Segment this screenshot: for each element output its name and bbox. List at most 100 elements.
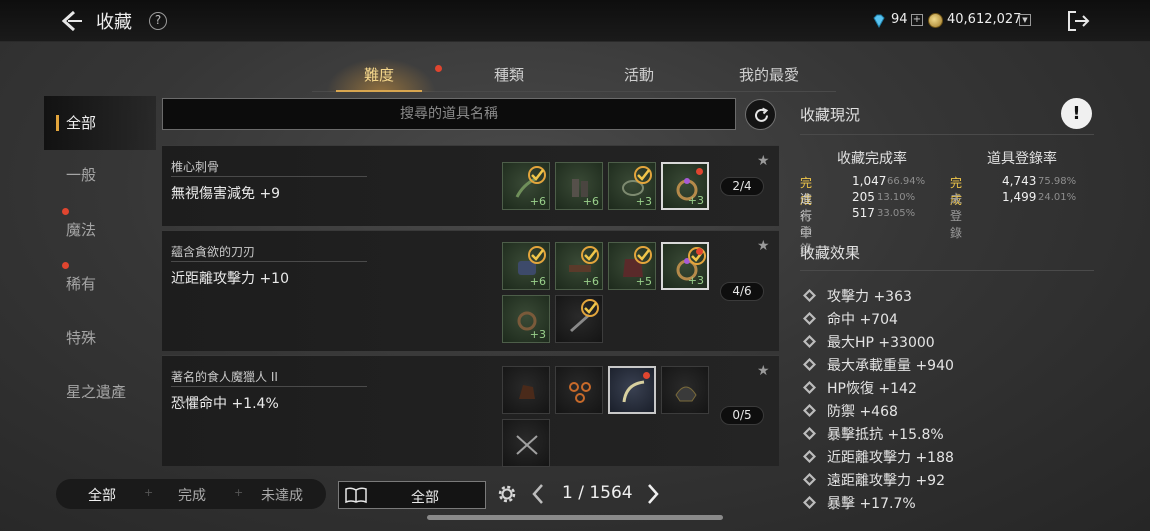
diamond-bullet-icon [803, 312, 816, 325]
effect-text: 最大HP +33000 [827, 335, 935, 351]
item-slot[interactable]: +5 [608, 242, 656, 290]
category-star-legacy[interactable]: 星之遺產 [44, 365, 156, 419]
new-item-dot [643, 372, 650, 379]
enhance-level: +6 [582, 195, 599, 208]
back-arrow-icon[interactable] [58, 8, 84, 34]
tab-difficulty[interactable]: 難度 [364, 64, 394, 85]
collection-card[interactable]: 蘊含貪欲的刀刃 近距離攻擊力 +10 ★ +6 +6 +5 +3 +3 4/6 [162, 230, 779, 351]
item-slot[interactable]: +3 [661, 162, 709, 210]
diamond-bullet-icon [803, 381, 816, 394]
divider [171, 176, 367, 177]
item-slot[interactable] [502, 419, 550, 467]
book-select-label: 全部 [411, 490, 439, 506]
diamond-icon [873, 14, 885, 29]
diamond-bullet-icon [803, 427, 816, 440]
category-magic-dot [62, 208, 69, 215]
diamond-bullet-icon [803, 289, 816, 302]
next-page-icon[interactable] [645, 482, 661, 506]
prev-page-icon[interactable] [530, 482, 546, 506]
item-slot[interactable] [502, 366, 550, 414]
horizontal-scrollbar[interactable] [427, 515, 723, 520]
item-slot[interactable]: +6 [555, 242, 603, 290]
item-slot[interactable]: +6 [555, 162, 603, 210]
registered-check-icon [634, 166, 652, 184]
diamond-bullet-icon [803, 496, 816, 509]
filter-all[interactable]: 全部 [88, 485, 116, 505]
tab-favorites[interactable]: 我的最愛 [739, 64, 799, 85]
crossbow-item-icon [516, 435, 538, 455]
tab-event[interactable]: 活動 [624, 64, 654, 85]
registration-rate-title: 道具登錄率 [987, 151, 1057, 167]
item-slot[interactable]: +6 [502, 162, 550, 210]
refresh-button[interactable] [745, 99, 776, 130]
diamond-bullet-icon [803, 404, 816, 417]
favorite-star-icon[interactable]: ★ [757, 363, 770, 379]
tab-difficulty-dot [435, 65, 442, 72]
enhance-level: +5 [635, 275, 652, 288]
gold-coin-icon [928, 13, 943, 28]
effect-text: HP恢復 +142 [827, 381, 917, 397]
effect-item: 暴擊抵抗 +15.8% [803, 424, 944, 444]
effect-item: 最大HP +33000 [803, 332, 935, 352]
category-normal[interactable]: 一般 [44, 148, 156, 202]
stat-label: 未登錄 [950, 192, 963, 240]
category-special[interactable]: 特殊 [44, 311, 156, 365]
filter-complete[interactable]: 完成 [178, 485, 206, 505]
stat-percent: 24.01% [1038, 192, 1077, 203]
effect-text: 暴擊抵抗 +15.8% [827, 427, 944, 443]
currency-dropdown-icon[interactable]: ▼ [1019, 14, 1031, 26]
item-slot[interactable]: +6 [502, 242, 550, 290]
effect-item: 遠距離攻擊力 +92 [803, 470, 945, 490]
collection-name: 椎心刺骨 [171, 160, 220, 174]
glove-item-icon [519, 385, 535, 399]
item-slot[interactable] [555, 295, 603, 343]
collection-progress: 2/4 [720, 177, 764, 196]
effect-item: 暴擊 +17.7% [803, 493, 916, 513]
effect-text: 防禦 +468 [827, 404, 898, 420]
effect-text: 遠距離攻擊力 +92 [827, 473, 945, 489]
favorite-star-icon[interactable]: ★ [757, 153, 770, 169]
enhance-level: +3 [687, 274, 704, 287]
tab-type[interactable]: 種類 [494, 64, 524, 85]
effect-item: 防禦 +468 [803, 401, 898, 421]
category-rare[interactable]: 稀有 [44, 257, 156, 311]
stat-value: 1,499 [1002, 190, 1037, 204]
filter-incomplete[interactable]: 未達成 [261, 485, 303, 505]
stat-value: 4,743 [1002, 174, 1037, 188]
collection-card[interactable]: 椎心刺骨 無視傷害減免 +9 ★ +6 +6 +3 +3 2/4 [162, 145, 779, 226]
exit-icon[interactable] [1067, 10, 1091, 32]
category-all[interactable]: 全部 [44, 96, 156, 150]
item-slot[interactable] [555, 366, 603, 414]
item-slot[interactable] [608, 366, 656, 414]
stat-value: 205 [852, 190, 875, 204]
item-slot[interactable]: +3 [502, 295, 550, 343]
info-button[interactable]: ! [1061, 98, 1092, 129]
favorite-star-icon[interactable]: ★ [757, 238, 770, 254]
collection-effect: 近距離攻擊力 +10 [171, 271, 289, 287]
item-slot[interactable]: +3 [608, 162, 656, 210]
collection-progress: 4/6 [720, 282, 764, 301]
divider [800, 270, 1094, 271]
top-bar: 收藏 ? 94 + 40,612,027 ▼ [0, 0, 1150, 42]
registered-check-icon [581, 246, 599, 264]
effect-item: 近距離攻擊力 +188 [803, 447, 954, 467]
item-slot[interactable]: +3 [661, 242, 709, 290]
enhance-level: +3 [687, 194, 704, 207]
gold-count: 40,612,027 [947, 12, 1022, 27]
category-magic[interactable]: 魔法 [44, 203, 156, 257]
filter-separator: + [144, 486, 154, 499]
gear-icon[interactable] [495, 482, 519, 506]
effect-text: 最大承載重量 +940 [827, 358, 954, 374]
enhance-level: +3 [529, 328, 546, 341]
stat-percent: 33.05% [877, 208, 916, 219]
effect-item: 命中 +704 [803, 309, 898, 329]
item-slot[interactable] [661, 366, 709, 414]
search-input[interactable]: 搜尋的道具名稱 [162, 98, 736, 130]
collection-card[interactable]: 著名的食人魔獵人 II 恐懼命中 +1.4% ★ 0/5 [162, 355, 779, 467]
collection-effects-title: 收藏效果 [800, 244, 861, 262]
help-icon[interactable]: ? [149, 12, 167, 30]
registered-check-icon [528, 166, 546, 184]
add-diamond-icon[interactable]: + [911, 14, 923, 26]
main-tabs: 難度 種類 活動 我的最愛 [312, 58, 836, 92]
collection-book-select[interactable]: 全部 [338, 481, 486, 509]
